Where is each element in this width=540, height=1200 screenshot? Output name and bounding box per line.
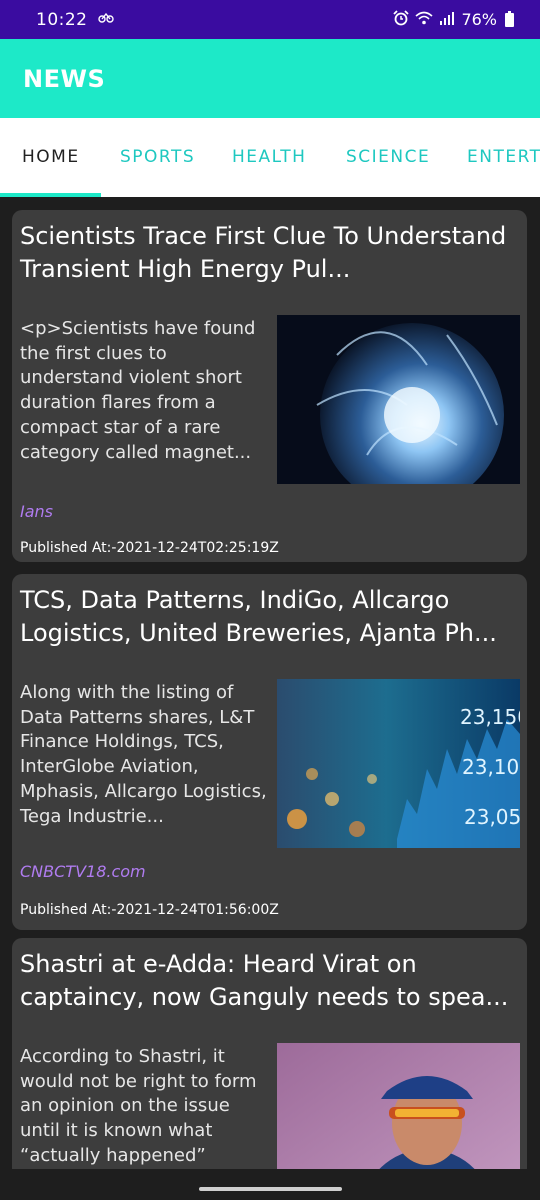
notification-icon	[97, 12, 114, 28]
ticker-text: 23,050	[464, 805, 520, 829]
news-card-title[interactable]: Scientists Trace First Clue To Understan…	[20, 220, 520, 286]
app-bar: NEWS	[0, 39, 540, 118]
ticker-text: 23,100	[462, 755, 520, 779]
news-card[interactable]: Shastri at e-Adda: Heard Virat on captai…	[12, 938, 527, 1169]
status-time: 10:22	[36, 9, 88, 30]
ticker-text: 23,150	[460, 705, 520, 729]
news-card-image[interactable]	[277, 1043, 520, 1169]
news-feed[interactable]: Scientists Trace First Clue To Understan…	[0, 197, 540, 1169]
news-card-title[interactable]: TCS, Data Patterns, IndiGo, Allcargo Log…	[20, 584, 520, 650]
alarm-icon	[393, 9, 410, 30]
tab-science[interactable]: SCIENCE	[346, 118, 430, 197]
category-tabs: HOME SPORTS HEALTH SCIENCE ENTERT	[0, 118, 540, 197]
app-title: NEWS	[23, 64, 106, 93]
status-bar: 10:22 76%	[0, 0, 540, 39]
tab-health[interactable]: HEALTH	[232, 118, 306, 197]
tab-home[interactable]: HOME	[22, 118, 80, 197]
news-card-description: <p>Scientists have found the first clues…	[20, 318, 256, 463]
system-nav-bar	[0, 1169, 540, 1200]
news-card-image[interactable]	[277, 315, 520, 484]
tab-sports[interactable]: SPORTS	[120, 118, 195, 197]
battery-icon	[505, 10, 514, 27]
battery-percent: 76%	[461, 10, 497, 29]
tab-entertainment[interactable]: ENTERT	[467, 118, 540, 197]
wifi-icon	[415, 10, 433, 29]
news-card-description: Along with the listing of Data Patterns …	[20, 682, 267, 827]
home-gesture-handle[interactable]	[199, 1187, 342, 1191]
signal-icon	[439, 10, 455, 29]
news-card-image[interactable]: 23,150 23,100 23,050	[277, 679, 520, 848]
news-card-title[interactable]: Shastri at e-Adda: Heard Virat on captai…	[20, 948, 520, 1014]
news-card-source: Ians	[20, 502, 53, 521]
news-card[interactable]: TCS, Data Patterns, IndiGo, Allcargo Log…	[12, 574, 527, 930]
news-card[interactable]: Scientists Trace First Clue To Understan…	[12, 210, 527, 562]
news-card-date: Published At:-2021-12-24T02:25:19Z	[20, 540, 279, 556]
news-card-source: CNBCTV18.com	[20, 862, 146, 881]
news-card-date: Published At:-2021-12-24T01:56:00Z	[20, 902, 279, 918]
news-card-description: According to Shastri, it would not be ri…	[20, 1046, 257, 1166]
